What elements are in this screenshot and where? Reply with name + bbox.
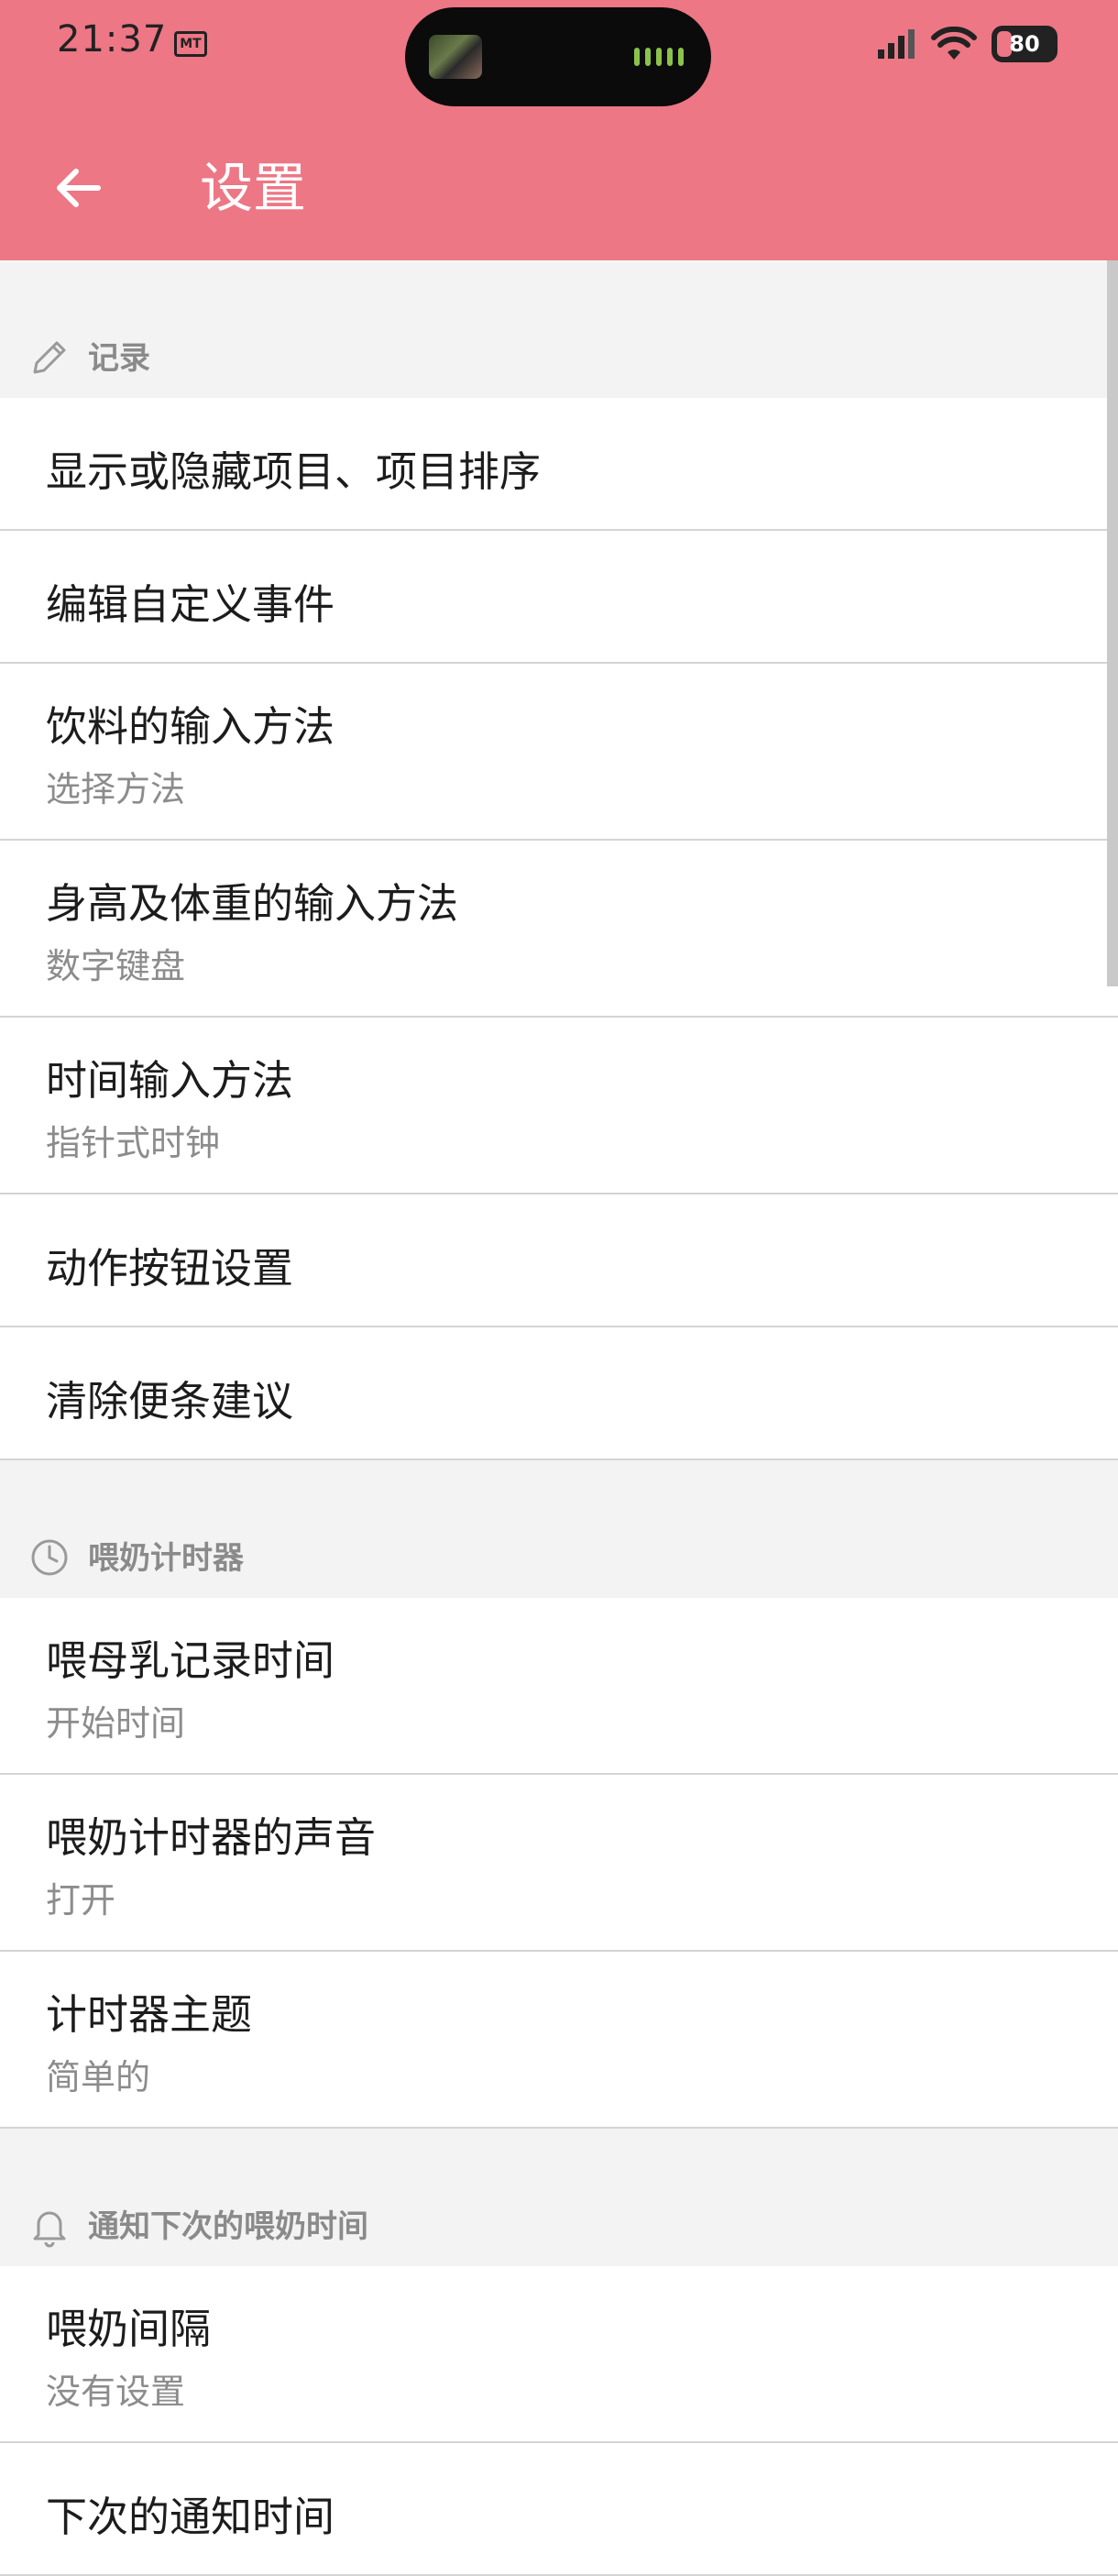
- setting-title: 计时器主题: [46, 1990, 253, 2039]
- notification-badge-icon: MT: [174, 31, 207, 57]
- setting-title: 时间输入方法: [46, 1056, 294, 1105]
- setting-title: 清除便条建议: [46, 1377, 294, 1426]
- setting-row-next-notification-time[interactable]: 下次的通知时间: [0, 2443, 1118, 2576]
- setting-row-show-hide-items[interactable]: 显示或隐藏项目、项目排序: [0, 398, 1118, 531]
- setting-value: 打开: [46, 1880, 116, 1921]
- section-header-record: 记录: [0, 260, 1118, 398]
- setting-title: 喂母乳记录时间: [46, 1636, 335, 1685]
- app-bar: 设置: [0, 138, 1118, 238]
- setting-row-timer-sound[interactable]: 喂奶计时器的声音 打开: [0, 1775, 1118, 1952]
- section-header-next-feeding-notification: 通知下次的喂奶时间: [0, 2129, 1118, 2266]
- setting-title: 喂奶计时器的声音: [46, 1813, 377, 1862]
- setting-row-time-input[interactable]: 时间输入方法 指针式时钟: [0, 1018, 1118, 1194]
- setting-value: 选择方法: [46, 769, 186, 809]
- setting-title: 下次的通知时间: [46, 2493, 335, 2541]
- setting-row-clear-notes[interactable]: 清除便条建议: [0, 1327, 1118, 1460]
- setting-row-height-weight-input[interactable]: 身高及体重的输入方法 数字键盘: [0, 841, 1118, 1018]
- scrollbar[interactable]: [1107, 260, 1118, 986]
- back-button[interactable]: [46, 156, 110, 220]
- clock-icon: [31, 1539, 68, 1576]
- section-header-feeding-timer: 喂奶计时器: [0, 1460, 1118, 1598]
- setting-value: 开始时间: [46, 1703, 186, 1744]
- setting-title: 动作按钮设置: [46, 1244, 294, 1293]
- pencil-icon: [33, 341, 66, 374]
- section-label: 记录: [88, 340, 150, 377]
- setting-title: 显示或隐藏项目、项目排序: [46, 447, 542, 496]
- setting-row-action-button[interactable]: 动作按钮设置: [0, 1194, 1118, 1327]
- status-bar: 21:37 MT 80: [0, 0, 1118, 106]
- setting-row-drink-input[interactable]: 饮料的输入方法 选择方法: [0, 664, 1118, 841]
- setting-row-feeding-interval[interactable]: 喂奶间隔 没有设置: [0, 2266, 1118, 2443]
- arrow-left-icon: [57, 169, 101, 207]
- battery-icon: 80: [992, 26, 1058, 62]
- settings-list: 记录 显示或隐藏项目、项目排序 编辑自定义事件 饮料的输入方法 选择方法 身高及…: [0, 260, 1118, 2576]
- page-title: 设置: [200, 157, 307, 219]
- signal-icon: [878, 29, 915, 59]
- setting-value: 没有设置: [46, 2372, 186, 2412]
- setting-value: 简单的: [46, 2057, 151, 2097]
- setting-row-timer-theme[interactable]: 计时器主题 简单的: [0, 1952, 1118, 2129]
- audio-visualizer-icon: [634, 48, 684, 66]
- media-thumbnail: [429, 35, 482, 79]
- status-icons: 80: [876, 26, 1058, 62]
- setting-row-edit-custom-events[interactable]: 编辑自定义事件: [0, 531, 1118, 664]
- setting-title: 饮料的输入方法: [46, 702, 335, 751]
- dynamic-island[interactable]: [405, 7, 711, 106]
- section-label: 喂奶计时器: [88, 1540, 244, 1577]
- setting-title: 编辑自定义事件: [46, 580, 335, 629]
- setting-value: 指针式时钟: [46, 1123, 221, 1163]
- app-header: 21:37 MT 80 设置: [0, 0, 1118, 260]
- bell-icon: [33, 2211, 66, 2248]
- setting-title: 身高及体重的输入方法: [46, 879, 459, 928]
- section-label: 通知下次的喂奶时间: [88, 2208, 368, 2245]
- status-time: 21:37: [57, 18, 168, 61]
- setting-row-breastfeeding-record-time[interactable]: 喂母乳记录时间 开始时间: [0, 1598, 1118, 1775]
- setting-title: 喂奶间隔: [46, 2305, 212, 2353]
- setting-value: 数字键盘: [46, 946, 186, 986]
- battery-level: 80: [1009, 31, 1040, 57]
- wifi-icon: [931, 27, 977, 60]
